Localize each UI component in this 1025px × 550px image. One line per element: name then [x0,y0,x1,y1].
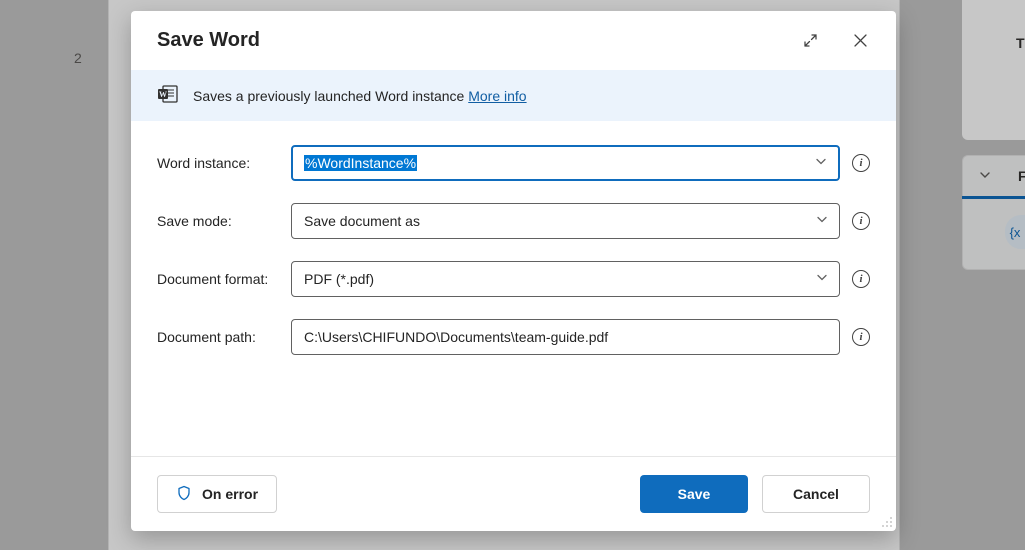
save-button[interactable]: Save [640,475,748,513]
dialog-title: Save Word [157,29,260,52]
on-error-button[interactable]: On error [157,475,277,513]
document-path-row: Document path: C:\Users\CHIFUNDO\Documen… [157,319,870,355]
expand-icon[interactable] [800,31,820,51]
resize-grip-icon[interactable] [880,515,894,529]
info-icon[interactable]: i [852,270,870,288]
document-format-value: PDF (*.pdf) [304,271,374,287]
cancel-button[interactable]: Cancel [762,475,870,513]
info-icon[interactable]: i [852,328,870,346]
shield-icon [176,485,192,504]
info-banner: W Saves a previously launched Word insta… [131,70,896,121]
word-instance-value: %WordInstance% [304,155,417,171]
word-instance-row: Word instance: %WordInstance% i [157,145,870,181]
svg-text:W: W [159,90,167,99]
close-icon[interactable] [850,31,870,51]
chevron-down-icon [814,155,828,172]
info-icon[interactable]: i [852,154,870,172]
document-path-input[interactable]: C:\Users\CHIFUNDO\Documents\team-guide.p… [291,319,840,355]
dialog-footer: On error Save Cancel [131,456,896,531]
document-format-select[interactable]: PDF (*.pdf) [291,261,840,297]
save-mode-value: Save document as [304,213,420,229]
word-instance-label: Word instance: [157,155,279,171]
chevron-down-icon [815,213,829,230]
word-icon: W [157,84,179,107]
document-format-label: Document format: [157,271,279,287]
info-icon[interactable]: i [852,212,870,230]
word-instance-select[interactable]: %WordInstance% [291,145,840,181]
save-mode-select[interactable]: Save document as [291,203,840,239]
form-body: Word instance: %WordInstance% i Save mod… [131,121,896,456]
banner-text: Saves a previously launched Word instanc… [193,88,527,104]
document-format-row: Document format: PDF (*.pdf) i [157,261,870,297]
save-word-dialog: Save Word W Saves a previously launched … [131,11,896,531]
save-mode-label: Save mode: [157,213,279,229]
chevron-down-icon [815,271,829,288]
save-mode-row: Save mode: Save document as i [157,203,870,239]
dialog-header: Save Word [131,11,896,70]
more-info-link[interactable]: More info [468,88,526,104]
on-error-label: On error [202,486,258,502]
document-path-value: C:\Users\CHIFUNDO\Documents\team-guide.p… [304,329,608,345]
document-path-label: Document path: [157,329,279,345]
